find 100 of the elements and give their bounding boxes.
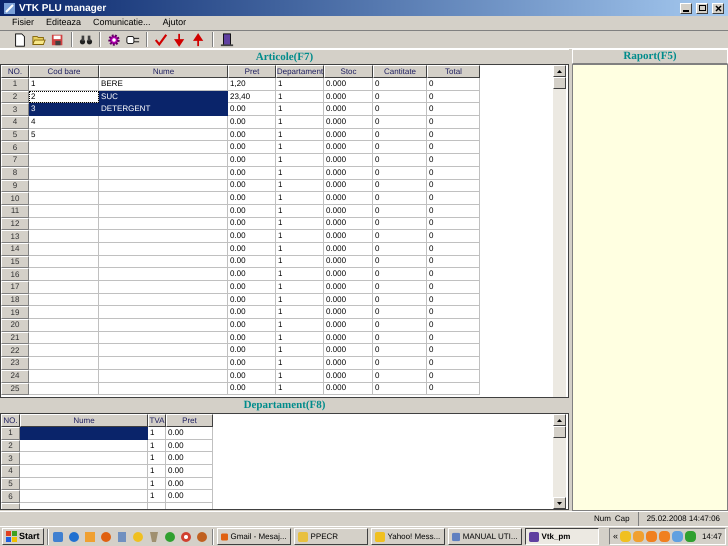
row-header[interactable]: 18 [1,294,29,306]
row-header[interactable]: 24 [1,370,29,382]
table-cell[interactable]: 1 [276,166,324,180]
table-cell[interactable]: 1 [148,478,166,490]
table-cell[interactable]: 0 [427,192,480,205]
menu-item[interactable]: Ajutor [162,16,186,30]
table-cell[interactable]: 0.00 [228,166,276,180]
table-cell[interactable]: 1 [276,306,324,320]
table-cell[interactable]: 0.000 [324,370,373,382]
table-cell[interactable]: 0.000 [324,154,373,167]
tray-icon[interactable] [684,531,696,542]
table-cell[interactable]: 0.000 [324,344,373,358]
column-header[interactable]: Stoc [324,65,373,78]
column-header[interactable]: NO. [1,414,20,427]
table-cell[interactable]: 0 [373,192,427,205]
column-header[interactable]: Pret [228,65,276,78]
table-cell[interactable]: 0 [373,78,427,91]
table-cell[interactable]: 0 [427,154,480,167]
table-cell[interactable]: 0.000 [324,357,373,370]
table-cell[interactable]: 0 [427,218,480,230]
table-cell[interactable]: 0.00 [228,180,276,192]
table-cell[interactable]: 0 [427,382,480,396]
row-header[interactable]: 14 [1,242,29,256]
table-cell[interactable]: 1 [276,294,324,306]
row-header[interactable]: 4 [1,116,29,129]
toolbar-button[interactable] [12,32,28,48]
table-cell[interactable]: 0.00 [228,103,276,116]
table-cell[interactable]: 0 [427,281,480,294]
table-cell[interactable]: 0.00 [228,116,276,129]
table-cell[interactable]: 1 [276,192,324,205]
table-cell[interactable]: 0 [373,141,427,154]
table-cell[interactable]: 0.00 [166,452,213,466]
table-cell[interactable]: 0.000 [324,319,373,332]
table-cell[interactable]: 23,40 [228,90,276,104]
table-cell[interactable]: 0.000 [324,166,373,180]
table-cell[interactable]: 0.00 [228,256,276,268]
table-cell[interactable]: 1 [276,357,324,370]
table-cell[interactable]: 2 [29,90,99,104]
scroll-thumb[interactable] [553,77,566,89]
table-cell[interactable]: 1 [276,90,324,104]
table-cell[interactable]: 0.000 [324,180,373,192]
row-header[interactable]: 11 [1,204,29,218]
table-cell[interactable]: 1 [276,344,324,358]
toolbar-button[interactable] [106,32,122,48]
row-header[interactable]: 13 [1,230,29,243]
table-cell[interactable]: 5 [29,128,99,142]
tray-icon[interactable] [658,531,670,542]
row-header[interactable]: 9 [1,180,29,192]
table-cell[interactable]: 1 [148,440,166,452]
row-header[interactable]: 3 [1,103,29,116]
table-cell[interactable]: 0 [373,154,427,167]
row-header[interactable]: 7 [1,154,29,167]
taskbar-button[interactable]: PPECR [294,528,368,545]
table-cell[interactable]: 1 [276,116,324,129]
table-cell[interactable]: 1 [276,332,324,344]
table-cell[interactable]: 0.000 [324,103,373,116]
table-cell[interactable]: 0.00 [228,281,276,294]
row-header[interactable]: 3 [1,452,20,466]
table-cell[interactable]: 0 [427,332,480,344]
row-header[interactable]: 8 [1,166,29,180]
table-cell[interactable]: 0.00 [166,478,213,490]
table-cell[interactable]: 0.000 [324,256,373,268]
table-cell[interactable]: 0.00 [228,306,276,320]
table-cell[interactable]: 0 [427,141,480,154]
table-cell[interactable]: 0.00 [228,230,276,243]
scroll-up-button[interactable] [553,65,566,77]
table-cell[interactable]: 0 [373,332,427,344]
table-cell[interactable]: 0.000 [324,382,373,396]
table-cell[interactable]: 0 [427,166,480,180]
row-header[interactable]: 25 [1,382,29,396]
table-cell[interactable]: DETERGENT [99,103,228,116]
row-header[interactable]: 12 [1,218,29,230]
column-header[interactable]: Total [427,65,480,78]
table-cell[interactable]: 0 [373,242,427,256]
column-header[interactable]: Departament [276,65,324,78]
table-cell[interactable]: 0 [373,268,427,281]
table-cell[interactable]: 0.000 [324,128,373,142]
table-cell[interactable]: 0 [427,90,480,104]
table-cell[interactable]: 0 [373,357,427,370]
table-cell[interactable]: 0.000 [324,242,373,256]
column-header[interactable]: Nume [99,65,228,78]
quick-launch-button[interactable] [164,530,177,543]
table-cell[interactable]: 0.00 [228,382,276,396]
row-header[interactable]: 23 [1,357,29,370]
table-cell[interactable]: 0 [427,230,480,243]
row-header[interactable]: 5 [1,478,20,490]
table-cell[interactable]: 0.00 [228,204,276,218]
table-cell[interactable]: 0 [427,370,480,382]
scroll-down-button[interactable] [553,497,566,509]
table-cell[interactable]: 1 [276,370,324,382]
table-cell[interactable]: 0 [373,281,427,294]
tray-icon[interactable] [672,531,683,542]
table-cell[interactable]: 0.000 [324,230,373,243]
table-cell[interactable]: 1 [276,242,324,256]
table-cell[interactable]: 0 [427,357,480,370]
row-header[interactable]: 10 [1,192,29,205]
table-cell[interactable]: 0.00 [166,490,213,504]
column-header[interactable]: Pret [166,414,213,427]
row-header[interactable]: 4 [1,465,20,478]
scrollbar[interactable] [553,65,566,397]
